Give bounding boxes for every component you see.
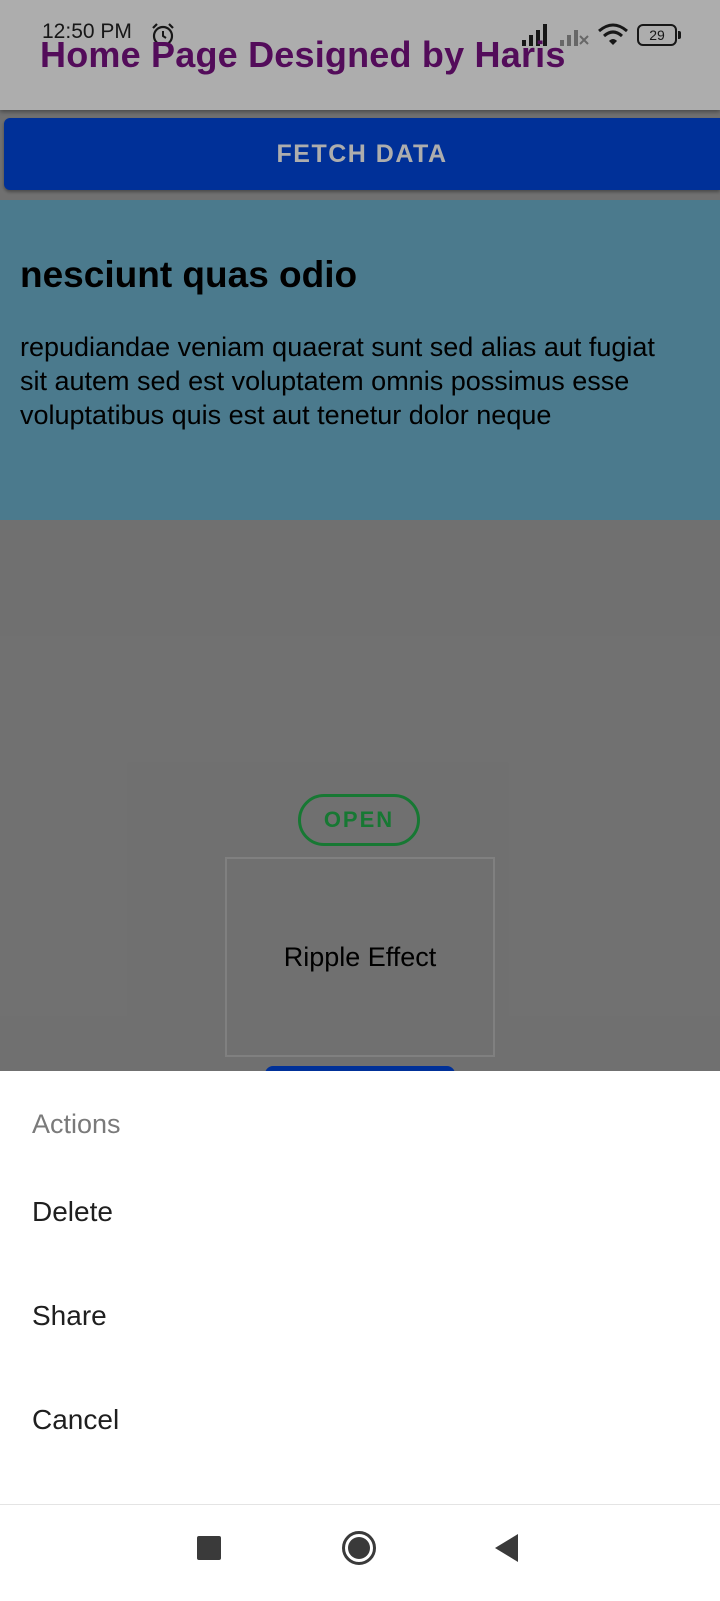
action-delete-label: Delete bbox=[32, 1196, 113, 1227]
home-icon[interactable] bbox=[341, 1530, 377, 1566]
action-sheet-title: Actions bbox=[32, 1109, 121, 1139]
action-delete[interactable]: Delete bbox=[0, 1160, 720, 1264]
action-share-label: Share bbox=[32, 1300, 107, 1331]
navigation-bar bbox=[0, 1504, 720, 1601]
action-share[interactable]: Share bbox=[0, 1264, 720, 1368]
recents-icon[interactable] bbox=[196, 1535, 222, 1561]
action-bottom-sheet: Actions Delete Share Cancel bbox=[0, 1071, 720, 1504]
back-icon[interactable] bbox=[494, 1533, 520, 1563]
action-cancel-label: Cancel bbox=[32, 1404, 120, 1435]
action-cancel[interactable]: Cancel bbox=[0, 1368, 720, 1472]
